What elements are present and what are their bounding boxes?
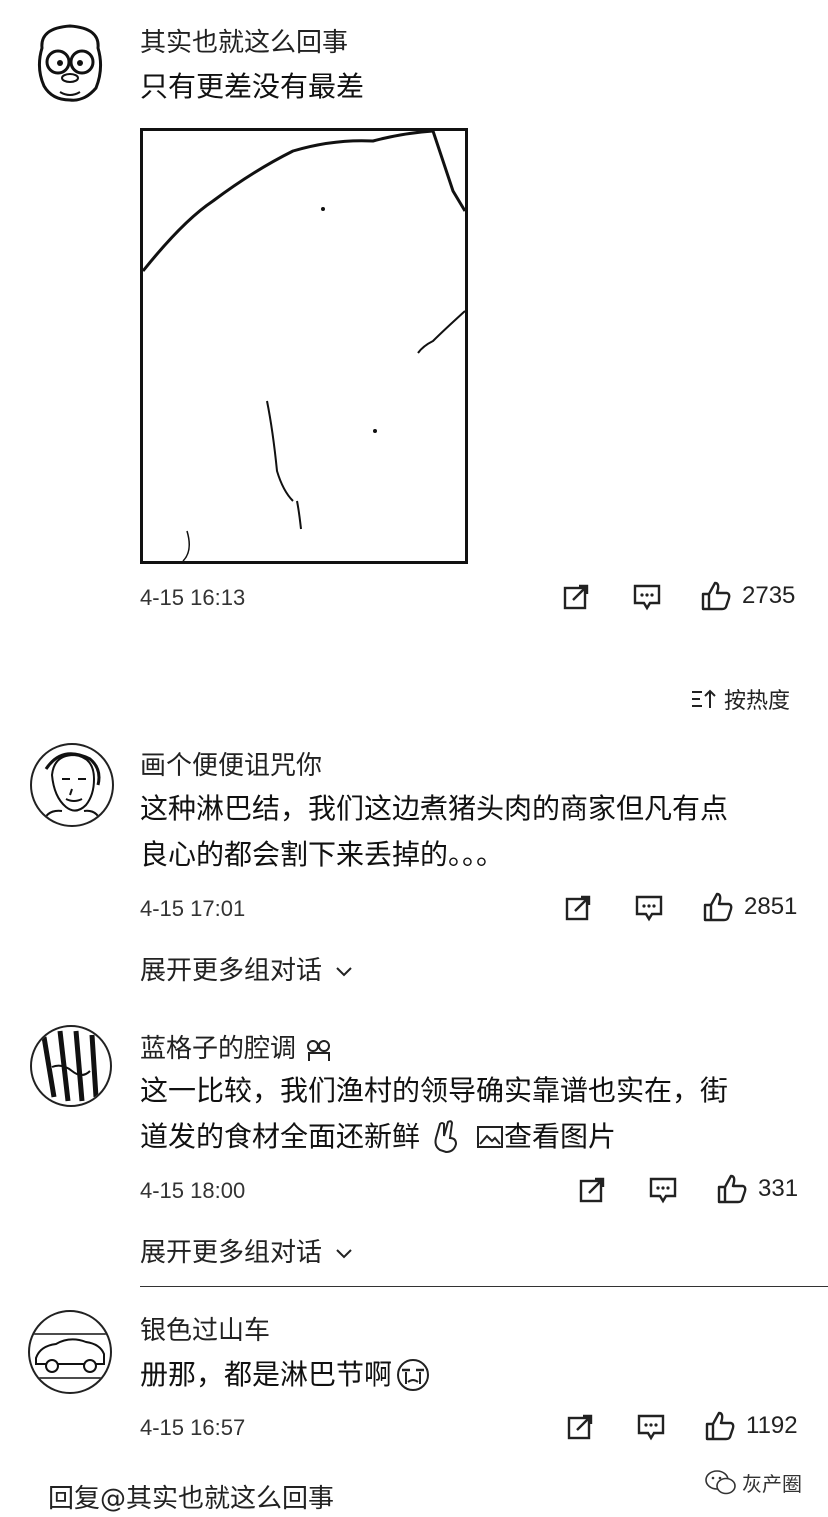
reply-target: @其实也就这么回事 bbox=[100, 1484, 335, 1514]
avatar[interactable] bbox=[30, 1025, 112, 1107]
watermark: 灰产圈 bbox=[704, 1468, 802, 1497]
share-button[interactable] bbox=[564, 894, 592, 922]
expand-thread-button[interactable]: 展开更多组对话 bbox=[140, 1232, 354, 1269]
expand-label: 展开更多组对话 bbox=[140, 1238, 323, 1268]
share-icon bbox=[567, 1414, 593, 1440]
sort-label: 按热度 bbox=[724, 689, 791, 714]
like-count: 1192 bbox=[746, 1412, 798, 1439]
comment-timestamp: 4-15 18:00 bbox=[140, 1178, 246, 1203]
comment-timestamp: 4-15 16:57 bbox=[140, 1415, 246, 1440]
like-button[interactable]: 2735 bbox=[700, 580, 795, 612]
share-button[interactable] bbox=[578, 1176, 606, 1204]
comment-username[interactable]: 银色过山车 bbox=[140, 1310, 270, 1347]
comment-timestamp: 4-15 16:13 bbox=[140, 585, 246, 610]
comment-text: 只有更差没有最差 bbox=[140, 70, 365, 103]
like-button[interactable]: 1192 bbox=[704, 1410, 798, 1442]
avatar[interactable] bbox=[30, 18, 110, 102]
like-button[interactable]: 2851 bbox=[702, 891, 797, 923]
chevron-down-icon bbox=[336, 967, 352, 977]
crying-emoji-icon bbox=[397, 1359, 430, 1391]
username-text: 蓝格子的腔调 bbox=[140, 1034, 297, 1064]
comment-icon bbox=[649, 1177, 677, 1204]
chevron-down-icon bbox=[336, 1249, 352, 1259]
watermark-text: 灰产圈 bbox=[742, 1472, 802, 1496]
share-icon bbox=[563, 584, 589, 610]
comment-icon bbox=[633, 584, 661, 611]
comment-text: 这一比较，我们渔村的领导确实靠谱也实在，街 道发的食材全面还新鲜 查看图片 bbox=[140, 1068, 728, 1160]
comment-username[interactable]: 画个便便诅咒你 bbox=[140, 745, 322, 782]
badge-icon bbox=[307, 1039, 331, 1061]
reply-button[interactable] bbox=[636, 1413, 666, 1441]
avatar[interactable] bbox=[30, 743, 114, 827]
comment-text: 这种淋巴结，我们这边煮猪头肉的商家但凡有点 良心的都会割下来丢掉的。。。 bbox=[140, 792, 729, 871]
share-icon bbox=[579, 1177, 605, 1203]
portrait-avatar-icon bbox=[41, 752, 103, 825]
share-button[interactable] bbox=[566, 1413, 594, 1441]
reply-input[interactable]: 回复@其实也就这么回事 bbox=[48, 1478, 334, 1515]
comment-username[interactable]: 其实也就这么回事 bbox=[140, 22, 348, 59]
thumbs-up-icon bbox=[703, 892, 733, 922]
reply-button[interactable] bbox=[632, 583, 662, 611]
reply-button[interactable] bbox=[648, 1176, 678, 1204]
like-count: 2851 bbox=[744, 893, 798, 920]
view-image-link[interactable]: 查看图片 bbox=[476, 1114, 616, 1160]
sort-toggle[interactable]: 按热度 bbox=[690, 683, 790, 715]
divider bbox=[140, 1286, 828, 1287]
like-button[interactable]: 331 bbox=[716, 1173, 798, 1205]
thumbs-up-icon bbox=[717, 1174, 747, 1204]
car-avatar-icon bbox=[30, 1333, 110, 1379]
share-icon bbox=[565, 895, 591, 921]
avatar[interactable] bbox=[28, 1310, 112, 1394]
peace-hand-emoji-icon bbox=[434, 1120, 458, 1154]
thumbs-up-icon bbox=[705, 1411, 735, 1441]
share-button[interactable] bbox=[562, 583, 590, 611]
cartoon-avatar-icon bbox=[37, 24, 103, 102]
comment-username[interactable]: 蓝格子的腔调 bbox=[140, 1028, 334, 1065]
comment-icon bbox=[637, 1414, 665, 1441]
like-count: 331 bbox=[758, 1175, 799, 1202]
comment-icon bbox=[635, 895, 663, 922]
comment-image[interactable] bbox=[140, 128, 468, 564]
reply-button[interactable] bbox=[634, 894, 664, 922]
view-image-label: 查看图片 bbox=[504, 1120, 617, 1153]
like-count: 2735 bbox=[742, 582, 796, 609]
image-icon bbox=[477, 1126, 504, 1148]
reply-prefix: 回复 bbox=[48, 1484, 101, 1514]
comment-text: 册那，都是淋巴节啊 bbox=[140, 1352, 432, 1398]
expand-label: 展开更多组对话 bbox=[140, 956, 323, 986]
comment-timestamp: 4-15 17:01 bbox=[140, 896, 246, 921]
sort-icon bbox=[692, 689, 716, 708]
striped-avatar-icon bbox=[41, 1030, 99, 1102]
wechat-icon bbox=[705, 1469, 736, 1494]
expand-thread-button[interactable]: 展开更多组对话 bbox=[140, 950, 354, 987]
thumbs-up-icon bbox=[701, 581, 731, 611]
image-sketch bbox=[141, 129, 467, 562]
